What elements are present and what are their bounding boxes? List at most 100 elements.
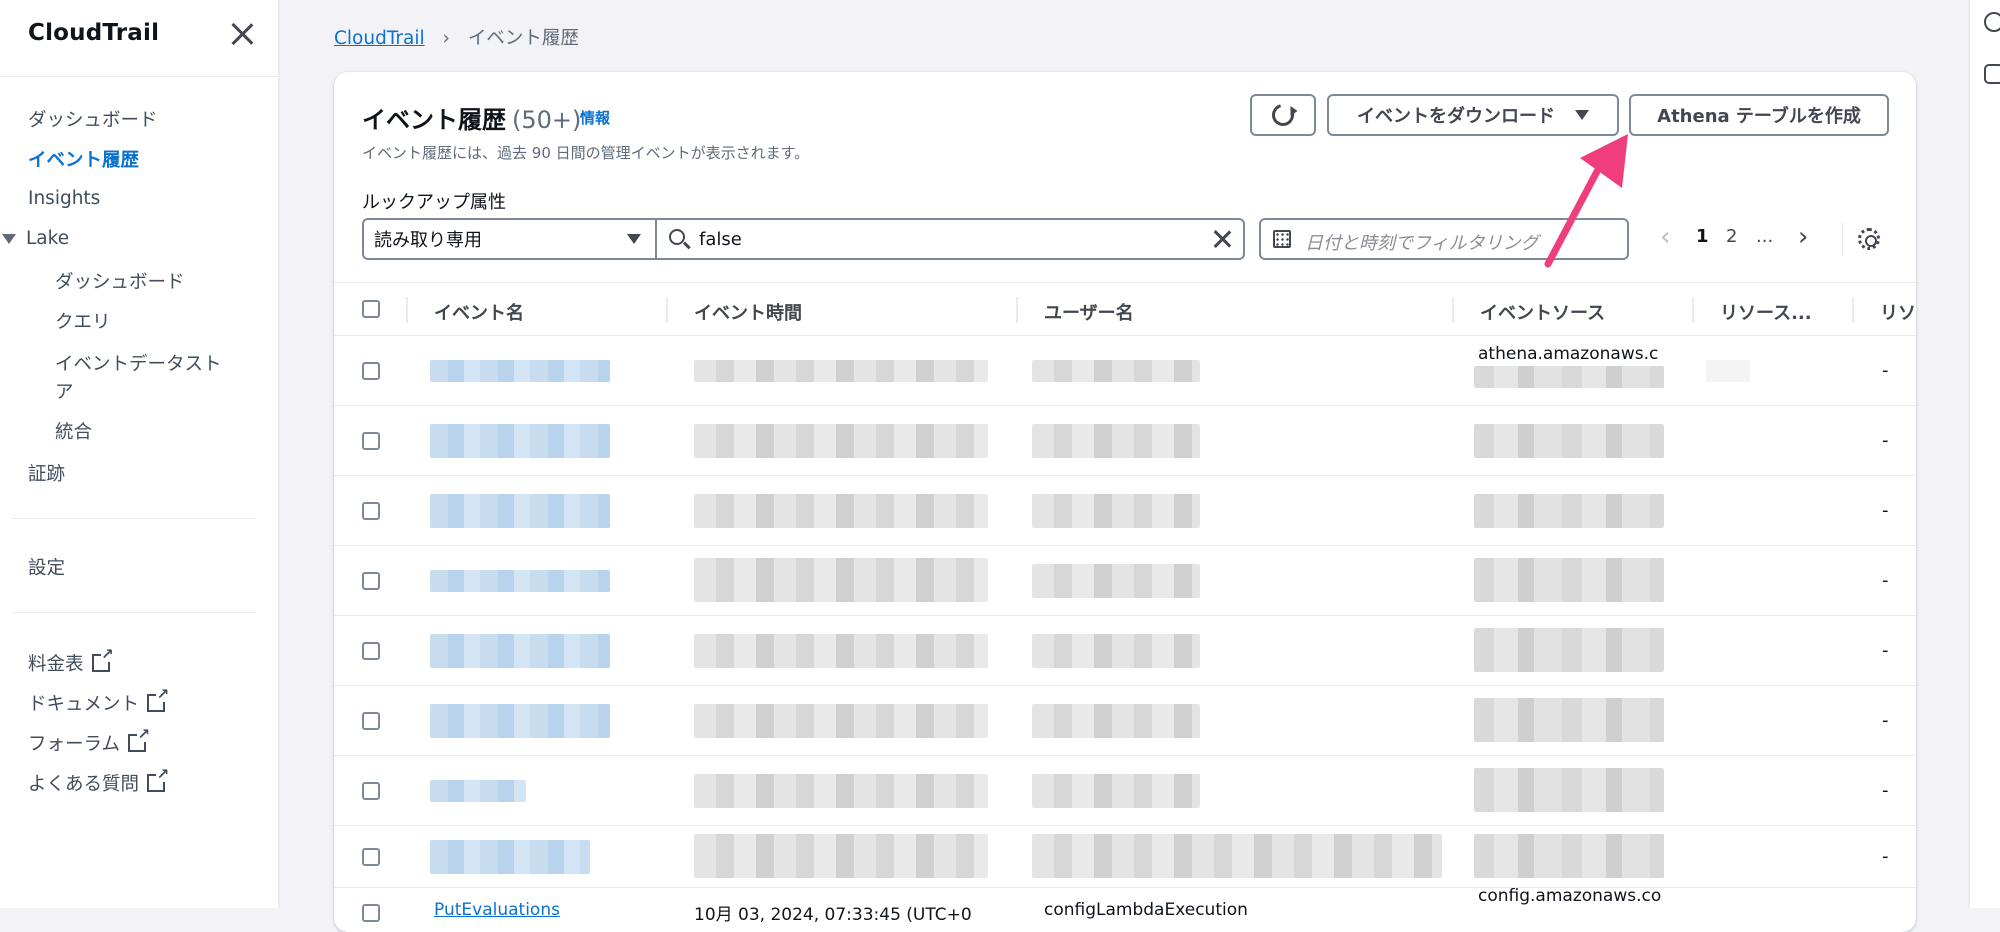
- create-athena-table-button[interactable]: Athena テーブルを作成: [1629, 94, 1889, 136]
- refresh-icon: [1267, 99, 1299, 131]
- row-checkbox[interactable]: [362, 904, 380, 922]
- col-event-name[interactable]: イベント名: [434, 299, 524, 325]
- event-name-redacted[interactable]: [430, 780, 526, 802]
- row-checkbox[interactable]: [362, 848, 380, 866]
- event-time-redacted: [694, 494, 988, 528]
- col-event-source[interactable]: イベントソース: [1480, 299, 1605, 325]
- table-row[interactable]: PutEvaluations 10月 03, 2024, 07:33:45 (U…: [334, 886, 1916, 932]
- nav-trails[interactable]: 証跡: [28, 460, 65, 486]
- nav-dashboard[interactable]: ダッシュボード: [28, 106, 158, 132]
- link-label: よくある質問: [28, 774, 140, 795]
- breadcrumb-current: イベント履歴: [467, 28, 579, 49]
- nav-insights[interactable]: Insights: [28, 188, 100, 209]
- col-resource-type[interactable]: リソース...: [1720, 299, 1812, 325]
- nav-event-data-store-cont[interactable]: ア: [55, 378, 74, 404]
- nav-event-data-store[interactable]: イベントデータスト: [55, 350, 222, 376]
- divider: [1842, 222, 1843, 256]
- event-name-link[interactable]: PutEvaluations: [434, 900, 560, 920]
- column-divider[interactable]: [1692, 297, 1694, 323]
- column-divider[interactable]: [1852, 297, 1854, 323]
- refresh-button[interactable]: [1250, 94, 1316, 136]
- link-faq[interactable]: よくある質問: [28, 767, 170, 796]
- nav-integrations[interactable]: 統合: [55, 418, 92, 444]
- caret-down-icon: [1575, 110, 1589, 120]
- col-resource-name[interactable]: リソ: [1880, 299, 1916, 325]
- table-row[interactable]: -: [334, 476, 1916, 546]
- prev-page-icon[interactable]: ‹: [1660, 222, 1670, 252]
- link-documentation[interactable]: ドキュメント: [28, 687, 170, 716]
- event-source-redacted: [1474, 768, 1664, 812]
- event-time-redacted: [694, 634, 988, 668]
- lookup-attribute-select[interactable]: 読み取り専用: [362, 218, 657, 260]
- event-name-redacted[interactable]: [430, 704, 610, 738]
- event-name-redacted[interactable]: [430, 424, 610, 458]
- page-1[interactable]: 1: [1696, 226, 1709, 247]
- row-checkbox[interactable]: [362, 642, 380, 660]
- search-input[interactable]: false: [655, 218, 1245, 260]
- nav-lake[interactable]: Lake: [26, 228, 69, 249]
- event-source-redacted: [1474, 424, 1664, 458]
- column-divider[interactable]: [666, 297, 668, 323]
- event-name-redacted[interactable]: [430, 840, 590, 874]
- next-page-icon[interactable]: ›: [1798, 222, 1808, 252]
- caret-down-icon[interactable]: [2, 234, 16, 244]
- table-row[interactable]: -: [334, 406, 1916, 476]
- breadcrumb-cloudtrail[interactable]: CloudTrail: [334, 28, 425, 49]
- row-checkbox[interactable]: [362, 502, 380, 520]
- selected-attribute: 読み取り専用: [374, 230, 482, 251]
- event-source-redacted: [1474, 834, 1664, 878]
- event-time-redacted: [694, 558, 988, 602]
- nav-event-history[interactable]: イベント履歴: [28, 146, 139, 172]
- nav-lake-dashboard[interactable]: ダッシュボード: [55, 268, 185, 294]
- user-name: configLambdaExecution: [1044, 900, 1248, 920]
- table-row[interactable]: -: [334, 616, 1916, 686]
- link-label: ドキュメント: [28, 694, 140, 715]
- info-link[interactable]: 情報: [580, 107, 610, 128]
- event-time: 10月 03, 2024, 07:33:45 (UTC+0: [694, 905, 972, 925]
- row-checkbox[interactable]: [362, 712, 380, 730]
- column-divider[interactable]: [1016, 297, 1018, 323]
- col-user-name[interactable]: ユーザー名: [1044, 299, 1134, 325]
- col-event-time[interactable]: イベント時間: [694, 299, 802, 325]
- link-forums[interactable]: フォーラム: [28, 727, 150, 756]
- row-checkbox[interactable]: [362, 362, 380, 380]
- chevron-right-icon: ›: [442, 28, 450, 49]
- link-pricing[interactable]: 料金表: [28, 647, 114, 676]
- page-description: イベント履歴には、過去 90 日間の管理イベントが表示されます。: [362, 144, 810, 162]
- resource-name: -: [1882, 780, 1889, 801]
- resource-name: -: [1882, 500, 1889, 521]
- table-row[interactable]: -: [334, 756, 1916, 826]
- nav-settings[interactable]: 設定: [28, 554, 65, 580]
- event-source-redacted: [1474, 698, 1664, 742]
- clear-icon[interactable]: [1211, 228, 1233, 250]
- nav-query[interactable]: クエリ: [55, 308, 111, 334]
- event-name-redacted[interactable]: [430, 360, 610, 382]
- event-name-redacted[interactable]: [430, 634, 610, 668]
- event-name-redacted[interactable]: [430, 570, 610, 592]
- row-checkbox[interactable]: [362, 572, 380, 590]
- column-divider[interactable]: [1452, 297, 1454, 323]
- page-2[interactable]: 2: [1726, 226, 1737, 247]
- table-row[interactable]: -: [334, 686, 1916, 756]
- annotation-arrow-icon: [1544, 134, 1628, 268]
- table-row[interactable]: -: [334, 826, 1916, 888]
- event-history-panel: イベント履歴 (50+) 情報 イベント履歴には、過去 90 日間の管理イベントが…: [334, 72, 1916, 932]
- gear-icon[interactable]: [1858, 228, 1880, 250]
- event-time-redacted: [694, 424, 988, 458]
- search-icon: [669, 229, 685, 245]
- settings-icon[interactable]: [1984, 64, 2000, 84]
- table-row[interactable]: -: [334, 546, 1916, 616]
- external-link-icon: [127, 727, 150, 752]
- close-icon[interactable]: [228, 20, 256, 48]
- table-row[interactable]: athena.amazonaws.c -: [334, 336, 1916, 406]
- user-name-redacted: [1032, 634, 1200, 668]
- event-source-redacted: [1474, 558, 1664, 602]
- row-checkbox[interactable]: [362, 432, 380, 450]
- service-title[interactable]: CloudTrail: [28, 20, 159, 46]
- event-name-redacted[interactable]: [430, 494, 610, 528]
- select-all-checkbox[interactable]: [362, 300, 380, 318]
- row-checkbox[interactable]: [362, 782, 380, 800]
- resource-name: -: [1882, 640, 1889, 661]
- page-title: イベント履歴 (50+): [362, 100, 581, 135]
- info-icon[interactable]: [1984, 12, 2000, 32]
